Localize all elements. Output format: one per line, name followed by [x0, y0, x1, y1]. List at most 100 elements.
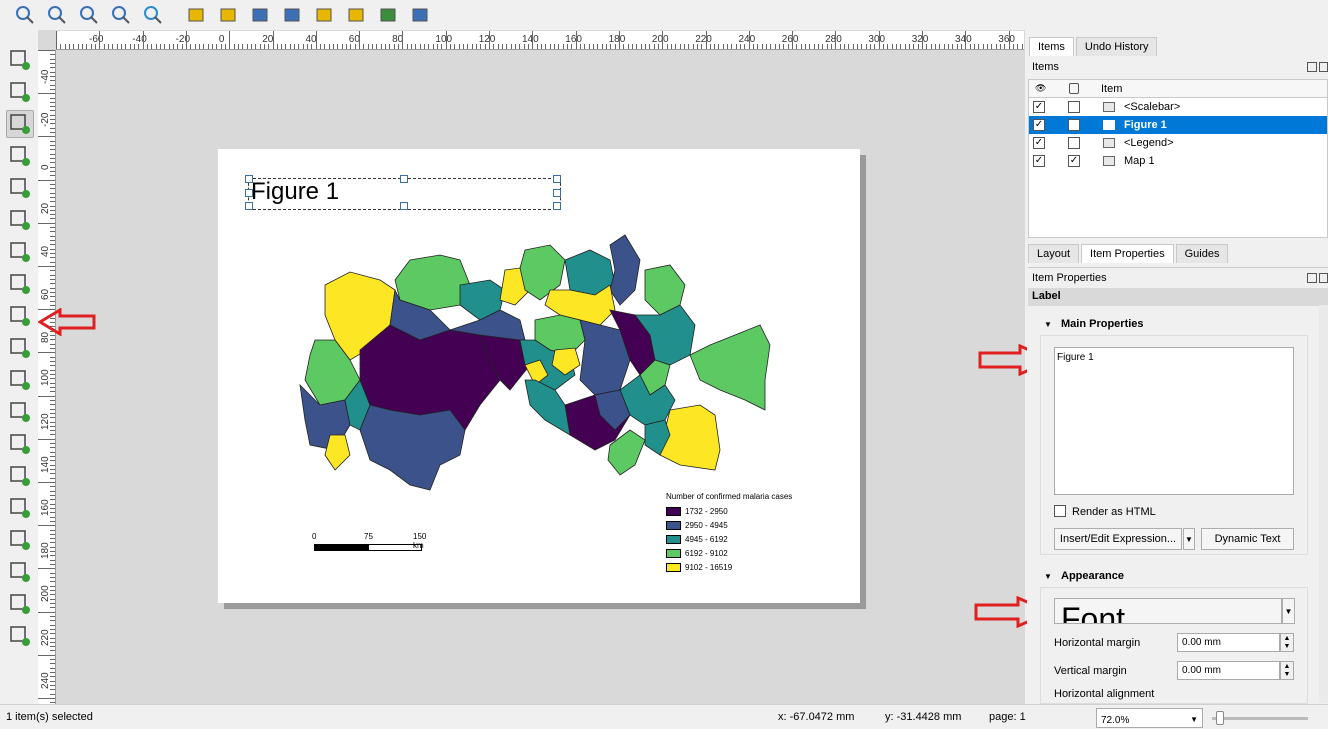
add-fixed-table-icon[interactable] — [6, 622, 34, 650]
resize-handle[interactable] — [245, 189, 253, 197]
visibility-checkbox[interactable]: ✓ — [1033, 119, 1045, 131]
add-north-arrow-icon[interactable] — [6, 398, 34, 426]
add-label-icon[interactable] — [6, 302, 34, 330]
item-row[interactable]: ✓ Figure 1 — [1029, 116, 1327, 134]
add-node-item-icon[interactable] — [6, 526, 34, 554]
horizontal-ruler[interactable]: -60 -40 -20 0 20 40 60 80 100 120 140 160 180 200 220 2… — [56, 31, 1024, 50]
legend-entry: 6192 - 9102 — [666, 546, 792, 560]
label-item-text[interactable]: Figure 1 — [251, 178, 339, 206]
unlock-icon[interactable] — [216, 2, 242, 28]
tab-layout[interactable]: Layout — [1028, 244, 1080, 263]
undock-icon[interactable] — [1307, 273, 1317, 283]
collapse-arrow-icon[interactable]: ▼ — [1044, 320, 1052, 329]
close-icon[interactable] — [1319, 62, 1328, 72]
zoom-full-icon[interactable] — [108, 2, 134, 28]
dynamic-text-button[interactable]: Dynamic Text — [1201, 528, 1294, 550]
items-panel-title: Items — [1032, 61, 1059, 73]
resize-handle[interactable] — [553, 202, 561, 210]
legend-entry-label: 6192 - 9102 — [685, 548, 728, 558]
zoom-combo[interactable]: 72.0% ▼ — [1096, 708, 1203, 728]
legend-swatch — [666, 520, 681, 530]
vertical-ruler[interactable]: -40 -20 0 20 40 60 80 100 120 140 160 180 200 220 240 — [38, 50, 56, 704]
undock-icon[interactable] — [1307, 62, 1317, 72]
add-picture-icon[interactable] — [6, 270, 34, 298]
font-dropdown-button[interactable]: ▼ — [1282, 598, 1295, 624]
zoom-slider-handle[interactable] — [1216, 711, 1224, 725]
legend-item[interactable]: Number of confirmed malaria cases 1732 -… — [666, 492, 792, 574]
resize-handle[interactable] — [400, 175, 408, 183]
group-icon[interactable] — [248, 2, 274, 28]
horizontal-margin-input[interactable]: 0.00 mm — [1177, 633, 1280, 652]
expression-dropdown-button[interactable]: ▼ — [1183, 528, 1195, 550]
insert-expression-button[interactable]: Insert/Edit Expression... — [1054, 528, 1182, 550]
move-content-icon[interactable] — [6, 142, 34, 170]
item-row[interactable]: ✓ <Legend> — [1029, 134, 1327, 152]
item-type-bar — [1028, 288, 1328, 306]
lock-checkbox[interactable] — [1068, 137, 1080, 149]
add-legend-icon[interactable] — [6, 334, 34, 362]
raise-icon[interactable] — [312, 2, 338, 28]
zoom-out-icon[interactable] — [44, 2, 70, 28]
render-html-checkbox[interactable] — [1054, 505, 1066, 517]
render-html-label: Render as HTML — [1072, 506, 1156, 518]
map-item[interactable] — [290, 230, 780, 495]
add-map-icon[interactable] — [6, 206, 34, 234]
add-shape-icon[interactable] — [6, 430, 34, 458]
pan-icon[interactable] — [6, 46, 34, 74]
add-arrow-icon[interactable] — [6, 494, 34, 522]
font-preview: Font — [1061, 601, 1126, 624]
zoom-in-icon[interactable] — [12, 2, 38, 28]
tab-items[interactable]: Items — [1029, 37, 1074, 56]
resize-handle[interactable] — [400, 202, 408, 210]
align-icon[interactable] — [344, 2, 370, 28]
visibility-checkbox[interactable]: ✓ — [1033, 101, 1045, 113]
ungroup-icon[interactable] — [280, 2, 306, 28]
horizontal-margin-label: Horizontal margin — [1054, 637, 1141, 649]
item-name: <Legend> — [1124, 137, 1174, 149]
properties-tab-bar: Layout Item Properties Guides — [1028, 244, 1229, 263]
appearance-header[interactable]: Appearance — [1061, 570, 1124, 582]
properties-scrollbar[interactable] — [1319, 305, 1328, 703]
item-row[interactable]: ✓ <Scalebar> — [1029, 98, 1327, 116]
add-3d-map-icon[interactable] — [6, 238, 34, 266]
resize-handle[interactable] — [245, 175, 253, 183]
vertical-margin-label: Vertical margin — [1054, 665, 1127, 677]
refresh-icon[interactable] — [140, 2, 166, 28]
zoom-actual-icon[interactable] — [76, 2, 102, 28]
main-properties-header[interactable]: Main Properties — [1061, 318, 1144, 330]
item-row[interactable]: ✓ ✓ Map 1 — [1029, 152, 1327, 170]
lock-checkbox[interactable] — [1068, 101, 1080, 113]
lock-checkbox[interactable]: ✓ — [1068, 155, 1080, 167]
visibility-checkbox[interactable]: ✓ — [1033, 155, 1045, 167]
label-text-editor[interactable]: Figure 1 — [1054, 347, 1294, 495]
item-name: Map 1 — [1124, 155, 1155, 167]
chevron-down-icon: ▼ — [1190, 715, 1198, 724]
vertical-margin-input[interactable]: 0.00 mm — [1177, 661, 1280, 680]
lock-icon[interactable] — [184, 2, 210, 28]
resize-icon[interactable] — [408, 2, 434, 28]
add-marker-icon[interactable] — [6, 462, 34, 490]
add-html-icon[interactable] — [6, 558, 34, 586]
edit-nodes-icon[interactable] — [6, 174, 34, 202]
horizontal-margin-spinner[interactable]: ▲ ▼ — [1280, 633, 1294, 652]
add-attribute-table-icon[interactable] — [6, 590, 34, 618]
vertical-margin-spinner[interactable]: ▲ ▼ — [1280, 661, 1294, 680]
select-move-icon[interactable] — [6, 110, 34, 138]
tab-guides[interactable]: Guides — [1175, 244, 1229, 263]
distribute-icon[interactable] — [376, 2, 402, 28]
zoom-slider-track[interactable] — [1212, 717, 1308, 720]
lock-checkbox[interactable] — [1068, 119, 1080, 131]
tab-item-properties[interactable]: Item Properties — [1081, 244, 1174, 263]
resize-handle[interactable] — [553, 189, 561, 197]
tab-undo-history[interactable]: Undo History — [1075, 37, 1158, 56]
resize-handle[interactable] — [553, 175, 561, 183]
collapse-arrow-icon[interactable]: ▼ — [1044, 572, 1052, 581]
resize-handle[interactable] — [245, 202, 253, 210]
zoom-tool-icon[interactable] — [6, 78, 34, 106]
close-icon[interactable] — [1319, 273, 1328, 283]
scalebar-bar — [314, 544, 422, 551]
items-tree[interactable]: ✓ <Scalebar> ✓ Figure 1 ✓ <Legend> ✓ ✓ Map 1 — [1028, 97, 1328, 238]
visibility-checkbox[interactable]: ✓ — [1033, 137, 1045, 149]
add-scalebar-icon[interactable] — [6, 366, 34, 394]
font-button[interactable]: Font — [1054, 598, 1282, 624]
